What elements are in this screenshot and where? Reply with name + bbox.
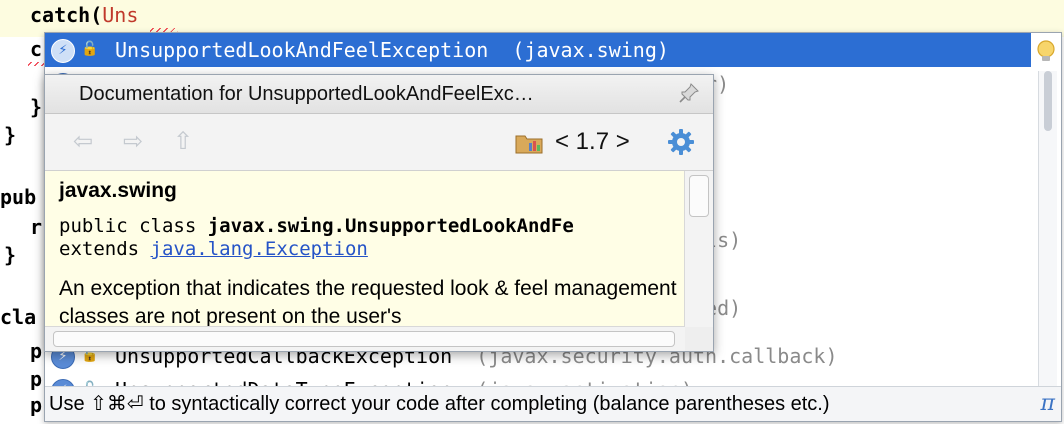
class-icon: ⚡ xyxy=(51,39,75,63)
code-line[interactable]: catch(Uns xyxy=(30,0,138,30)
pin-icon[interactable] xyxy=(677,81,701,105)
error-underline xyxy=(28,62,44,66)
code-line[interactable]: } xyxy=(4,120,16,150)
code-line[interactable]: p xyxy=(30,336,42,366)
completion-item-selected[interactable]: ⚡ 🔓 UnsupportedLookAndFeelException (javax… xyxy=(45,33,1031,67)
code-line[interactable]: } xyxy=(30,92,42,122)
doc-package: javax.swing xyxy=(59,179,177,202)
back-arrow-icon[interactable]: ⇦ xyxy=(69,128,97,156)
gear-icon[interactable] xyxy=(667,128,695,156)
code-line[interactable]: } xyxy=(4,240,16,270)
lightbulb-icon[interactable] xyxy=(1033,39,1059,65)
scroll-thumb[interactable] xyxy=(689,175,709,217)
doc-title-bar[interactable]: Documentation for UnsupportedLookAndFeel… xyxy=(45,75,713,114)
completion-status-bar: Use ⇧⌘⏎ to syntactically correct your co… xyxy=(45,386,1061,421)
code-line[interactable]: c xyxy=(30,34,42,64)
code-line[interactable]: p xyxy=(30,390,42,420)
code-line[interactable]: r xyxy=(30,212,42,242)
pi-icon[interactable]: π xyxy=(1041,387,1055,421)
forward-arrow-icon[interactable]: ⇨ xyxy=(119,128,147,156)
scroll-thumb[interactable] xyxy=(53,331,675,347)
doc-content: javax.swing public class javax.swing.Uns… xyxy=(45,171,683,327)
lock-icon: 🔓 xyxy=(81,41,99,57)
doc-title: Documentation for UnsupportedLookAndFeel… xyxy=(79,83,534,105)
resize-grip[interactable] xyxy=(685,327,713,351)
exception-link[interactable]: java.lang.Exception xyxy=(151,238,368,260)
up-arrow-icon[interactable]: ⇧ xyxy=(169,128,197,156)
doc-description: An exception that indicates the requeste… xyxy=(59,277,677,327)
code-line[interactable]: cla xyxy=(0,302,36,332)
typed-identifier: Uns xyxy=(102,3,139,27)
documentation-popup[interactable]: Documentation for UnsupportedLookAndFeel… xyxy=(44,74,714,352)
completion-scrollbar[interactable] xyxy=(1038,71,1057,389)
doc-vertical-scrollbar[interactable] xyxy=(684,171,713,327)
jdk-version-selector[interactable]: < 1.7 > xyxy=(555,124,630,160)
completion-hint: Use ⇧⌘⏎ to syntactically correct your co… xyxy=(49,393,830,415)
doc-horizontal-scrollbar[interactable] xyxy=(45,326,685,351)
completion-item-name: UnsupportedLookAndFeelException xyxy=(115,38,489,62)
doc-toolbar: ⇦ ⇨ ⇧ < 1.7 > xyxy=(45,114,713,171)
external-doc-folder-icon[interactable] xyxy=(515,132,543,154)
completion-item-package: (javax.swing) xyxy=(512,38,669,62)
scroll-thumb[interactable] xyxy=(1044,71,1052,131)
code-line[interactable]: pub xyxy=(0,182,36,212)
doc-declaration: public class javax.swing.UnsupportedLook… xyxy=(59,215,574,260)
